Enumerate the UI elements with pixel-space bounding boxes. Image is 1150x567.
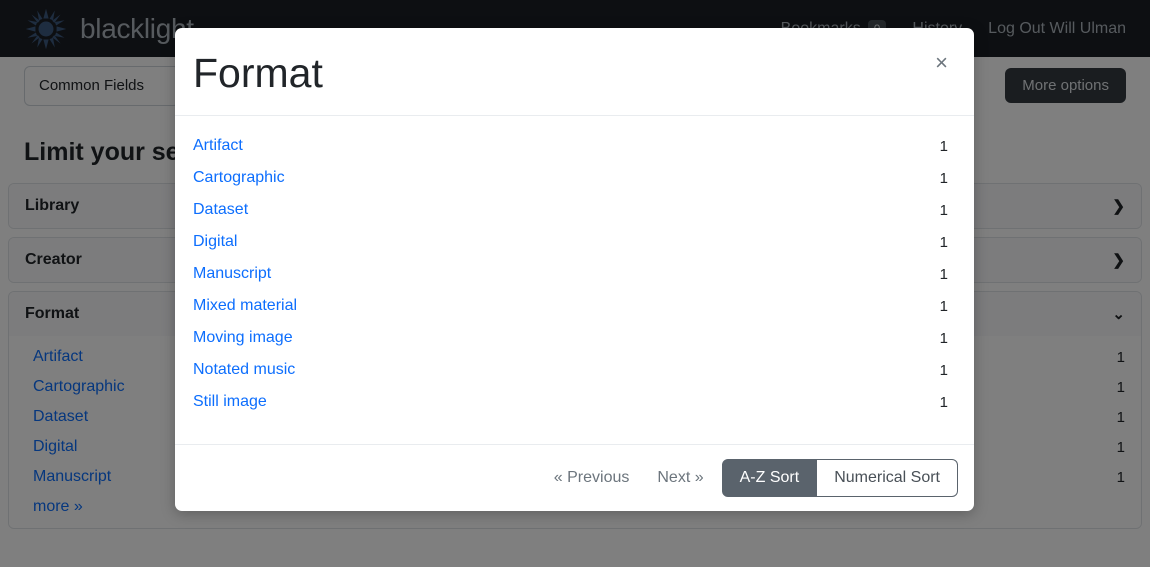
modal-facet-row: Moving image 1 bbox=[193, 322, 950, 354]
az-sort-button[interactable]: A-Z Sort bbox=[721, 459, 818, 497]
modal-facet-row: Manuscript 1 bbox=[193, 258, 950, 290]
modal-facet-count: 1 bbox=[939, 361, 948, 379]
modal-facet-link[interactable]: Notated music bbox=[193, 361, 295, 379]
modal-facet-row: Cartographic 1 bbox=[193, 162, 950, 194]
modal-facet-row: Digital 1 bbox=[193, 226, 950, 258]
modal-facet-count: 1 bbox=[939, 297, 948, 315]
next-page-link[interactable]: Next » bbox=[647, 461, 713, 495]
sort-button-group: A-Z Sort Numerical Sort bbox=[721, 459, 958, 497]
modal-facet-count: 1 bbox=[939, 137, 948, 155]
modal-facet-row: Mixed material 1 bbox=[193, 290, 950, 322]
modal-facet-count: 1 bbox=[939, 329, 948, 347]
close-icon[interactable]: × bbox=[929, 48, 954, 78]
modal-facet-link[interactable]: Moving image bbox=[193, 329, 293, 347]
modal-title: Format bbox=[193, 50, 323, 96]
modal-facet-link[interactable]: Manuscript bbox=[193, 265, 271, 283]
modal-facet-link[interactable]: Still image bbox=[193, 393, 267, 411]
modal-facet-count: 1 bbox=[939, 233, 948, 251]
modal-facet-count: 1 bbox=[939, 393, 948, 411]
modal-facet-link[interactable]: Cartographic bbox=[193, 169, 285, 187]
modal-facet-row: Notated music 1 bbox=[193, 354, 950, 386]
modal-facet-row: Artifact 1 bbox=[193, 130, 950, 162]
modal-header: Format × bbox=[175, 28, 974, 117]
modal-facet-row: Still image 1 bbox=[193, 386, 950, 418]
facet-modal: Format × Artifact 1 Cartographic 1 Datas… bbox=[175, 28, 974, 511]
modal-facet-count: 1 bbox=[939, 169, 948, 187]
modal-footer: « Previous Next » A-Z Sort Numerical Sor… bbox=[175, 444, 974, 511]
previous-page-link[interactable]: « Previous bbox=[544, 461, 640, 495]
modal-facet-link[interactable]: Digital bbox=[193, 233, 237, 251]
modal-facet-row: Dataset 1 bbox=[193, 194, 950, 226]
modal-facet-count: 1 bbox=[939, 201, 948, 219]
modal-facet-link[interactable]: Artifact bbox=[193, 137, 243, 155]
modal-facet-link[interactable]: Mixed material bbox=[193, 297, 297, 315]
modal-body: Artifact 1 Cartographic 1 Dataset 1 Digi… bbox=[175, 116, 974, 444]
modal-facet-link[interactable]: Dataset bbox=[193, 201, 248, 219]
numerical-sort-button[interactable]: Numerical Sort bbox=[817, 459, 958, 497]
modal-facet-count: 1 bbox=[939, 265, 948, 283]
page-root: blacklight Bookmarks 0 History Log Out W… bbox=[0, 0, 1150, 567]
